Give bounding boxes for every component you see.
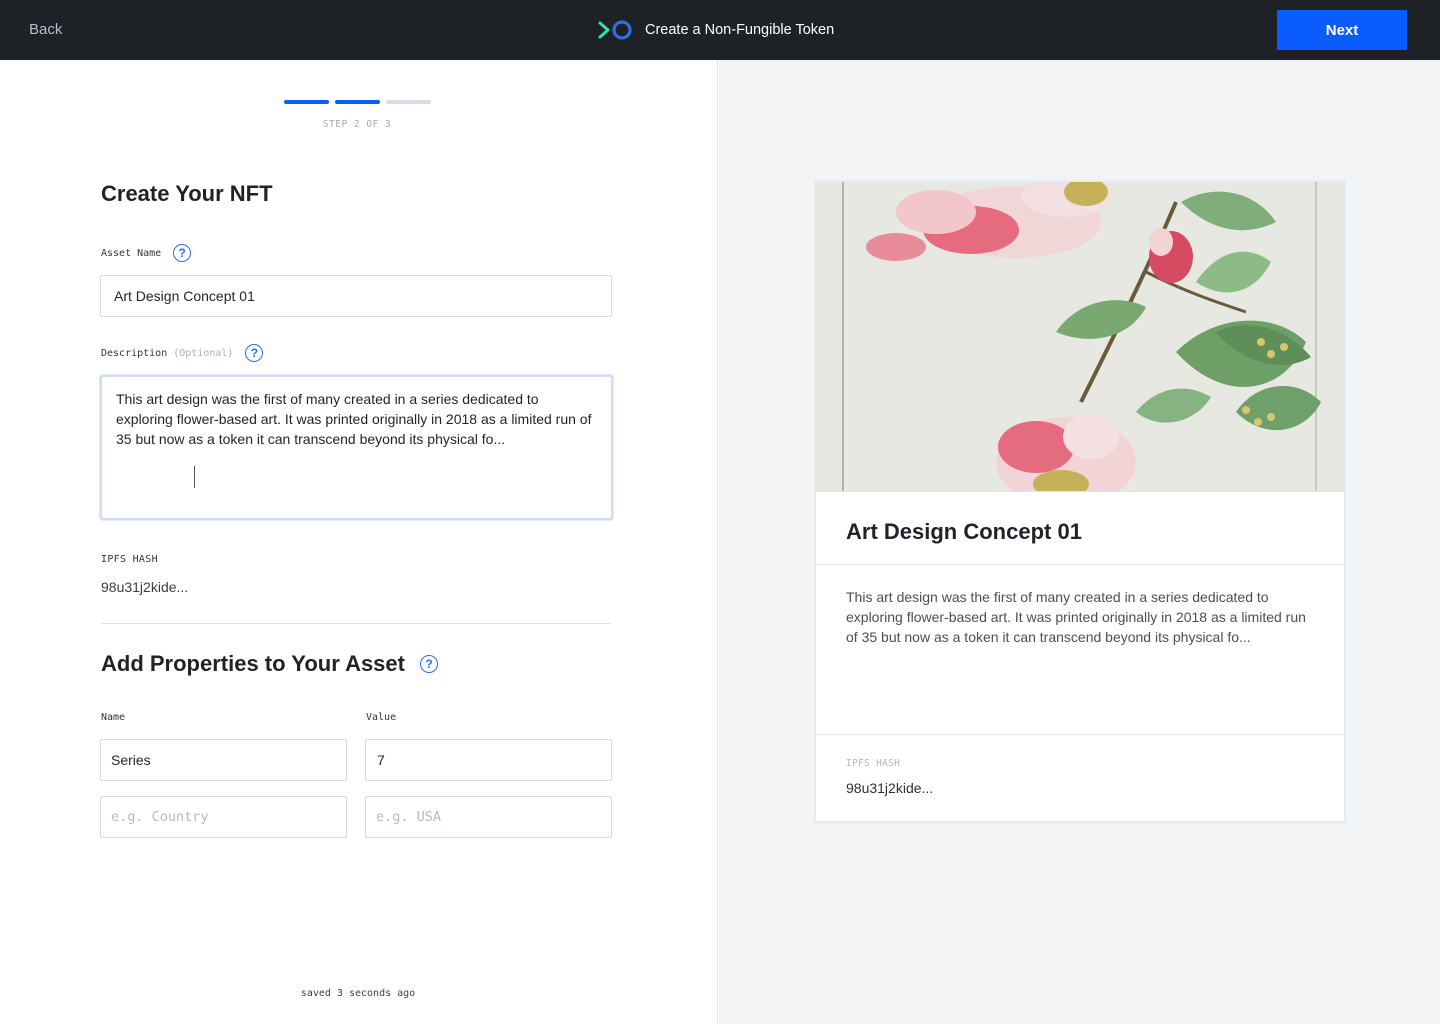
new-property-name-input[interactable]: e.g. Country: [100, 796, 347, 838]
optional-tag: (Optional): [173, 347, 234, 359]
help-icon[interactable]: ?: [173, 244, 192, 262]
form-panel: STEP 2 OF 3 Create Your NFT Asset Name ?…: [0, 60, 718, 1024]
preview-ipfs-value: 98u31j2kide...: [846, 780, 934, 796]
next-button[interactable]: Next: [1277, 10, 1407, 50]
preview-title: Art Design Concept 01: [846, 519, 1082, 544]
property-value-label: Value: [366, 712, 397, 723]
property-value-input[interactable]: 7: [365, 739, 612, 781]
step-label: STEP 2 OF 3: [322, 119, 392, 130]
step-1-indicator: [284, 100, 329, 104]
step-3-indicator: [386, 100, 431, 104]
property-name-input[interactable]: Series: [100, 739, 347, 781]
form-heading: Create Your NFT: [101, 181, 273, 206]
card-divider: [816, 564, 1344, 565]
preview-description: This art design was the first of many cr…: [846, 589, 1306, 645]
preview-panel: Art Design Concept 01 This art design wa…: [719, 60, 1440, 1024]
step-2-indicator: [335, 100, 380, 104]
property-name-label: Name: [101, 712, 126, 723]
page-title: Create a Non-Fungible Token: [645, 22, 835, 38]
autosave-status: saved 3 seconds ago: [300, 988, 416, 999]
text-caret: [194, 466, 195, 488]
brand: Create a Non-Fungible Token: [597, 19, 834, 41]
description-textarea[interactable]: This art design was the first of many cr…: [100, 375, 613, 520]
ipfs-hash-value: 98u31j2kide...: [101, 579, 189, 595]
top-bar: Back Create a Non-Fungible Token Next: [0, 0, 1440, 60]
properties-heading: Add Properties to Your Asset ?: [101, 651, 438, 677]
help-icon[interactable]: ?: [245, 344, 264, 362]
back-link[interactable]: Back: [29, 21, 62, 38]
ipfs-hash-label: IPFS HASH: [101, 554, 158, 565]
preview-ipfs-label: IPFS HASH: [846, 758, 901, 769]
step-progress: [284, 100, 431, 104]
properties-heading-text: Add Properties to Your Asset: [101, 651, 405, 676]
description-label: Description (Optional) ?: [101, 344, 264, 362]
new-property-value-input[interactable]: e.g. USA: [365, 796, 612, 838]
asset-name-input[interactable]: Art Design Concept 01: [100, 275, 612, 317]
brand-logo-icon: [598, 20, 632, 40]
asset-name-label-text: Asset Name: [101, 247, 162, 259]
help-icon[interactable]: ?: [419, 655, 438, 673]
flower-artwork-image: [816, 182, 1344, 492]
section-divider: [101, 623, 611, 624]
asset-name-label: Asset Name ?: [101, 244, 192, 262]
card-divider: [816, 734, 1344, 735]
description-label-text: Description: [101, 347, 168, 359]
nft-preview-card: Art Design Concept 01 This art design wa…: [815, 181, 1345, 822]
